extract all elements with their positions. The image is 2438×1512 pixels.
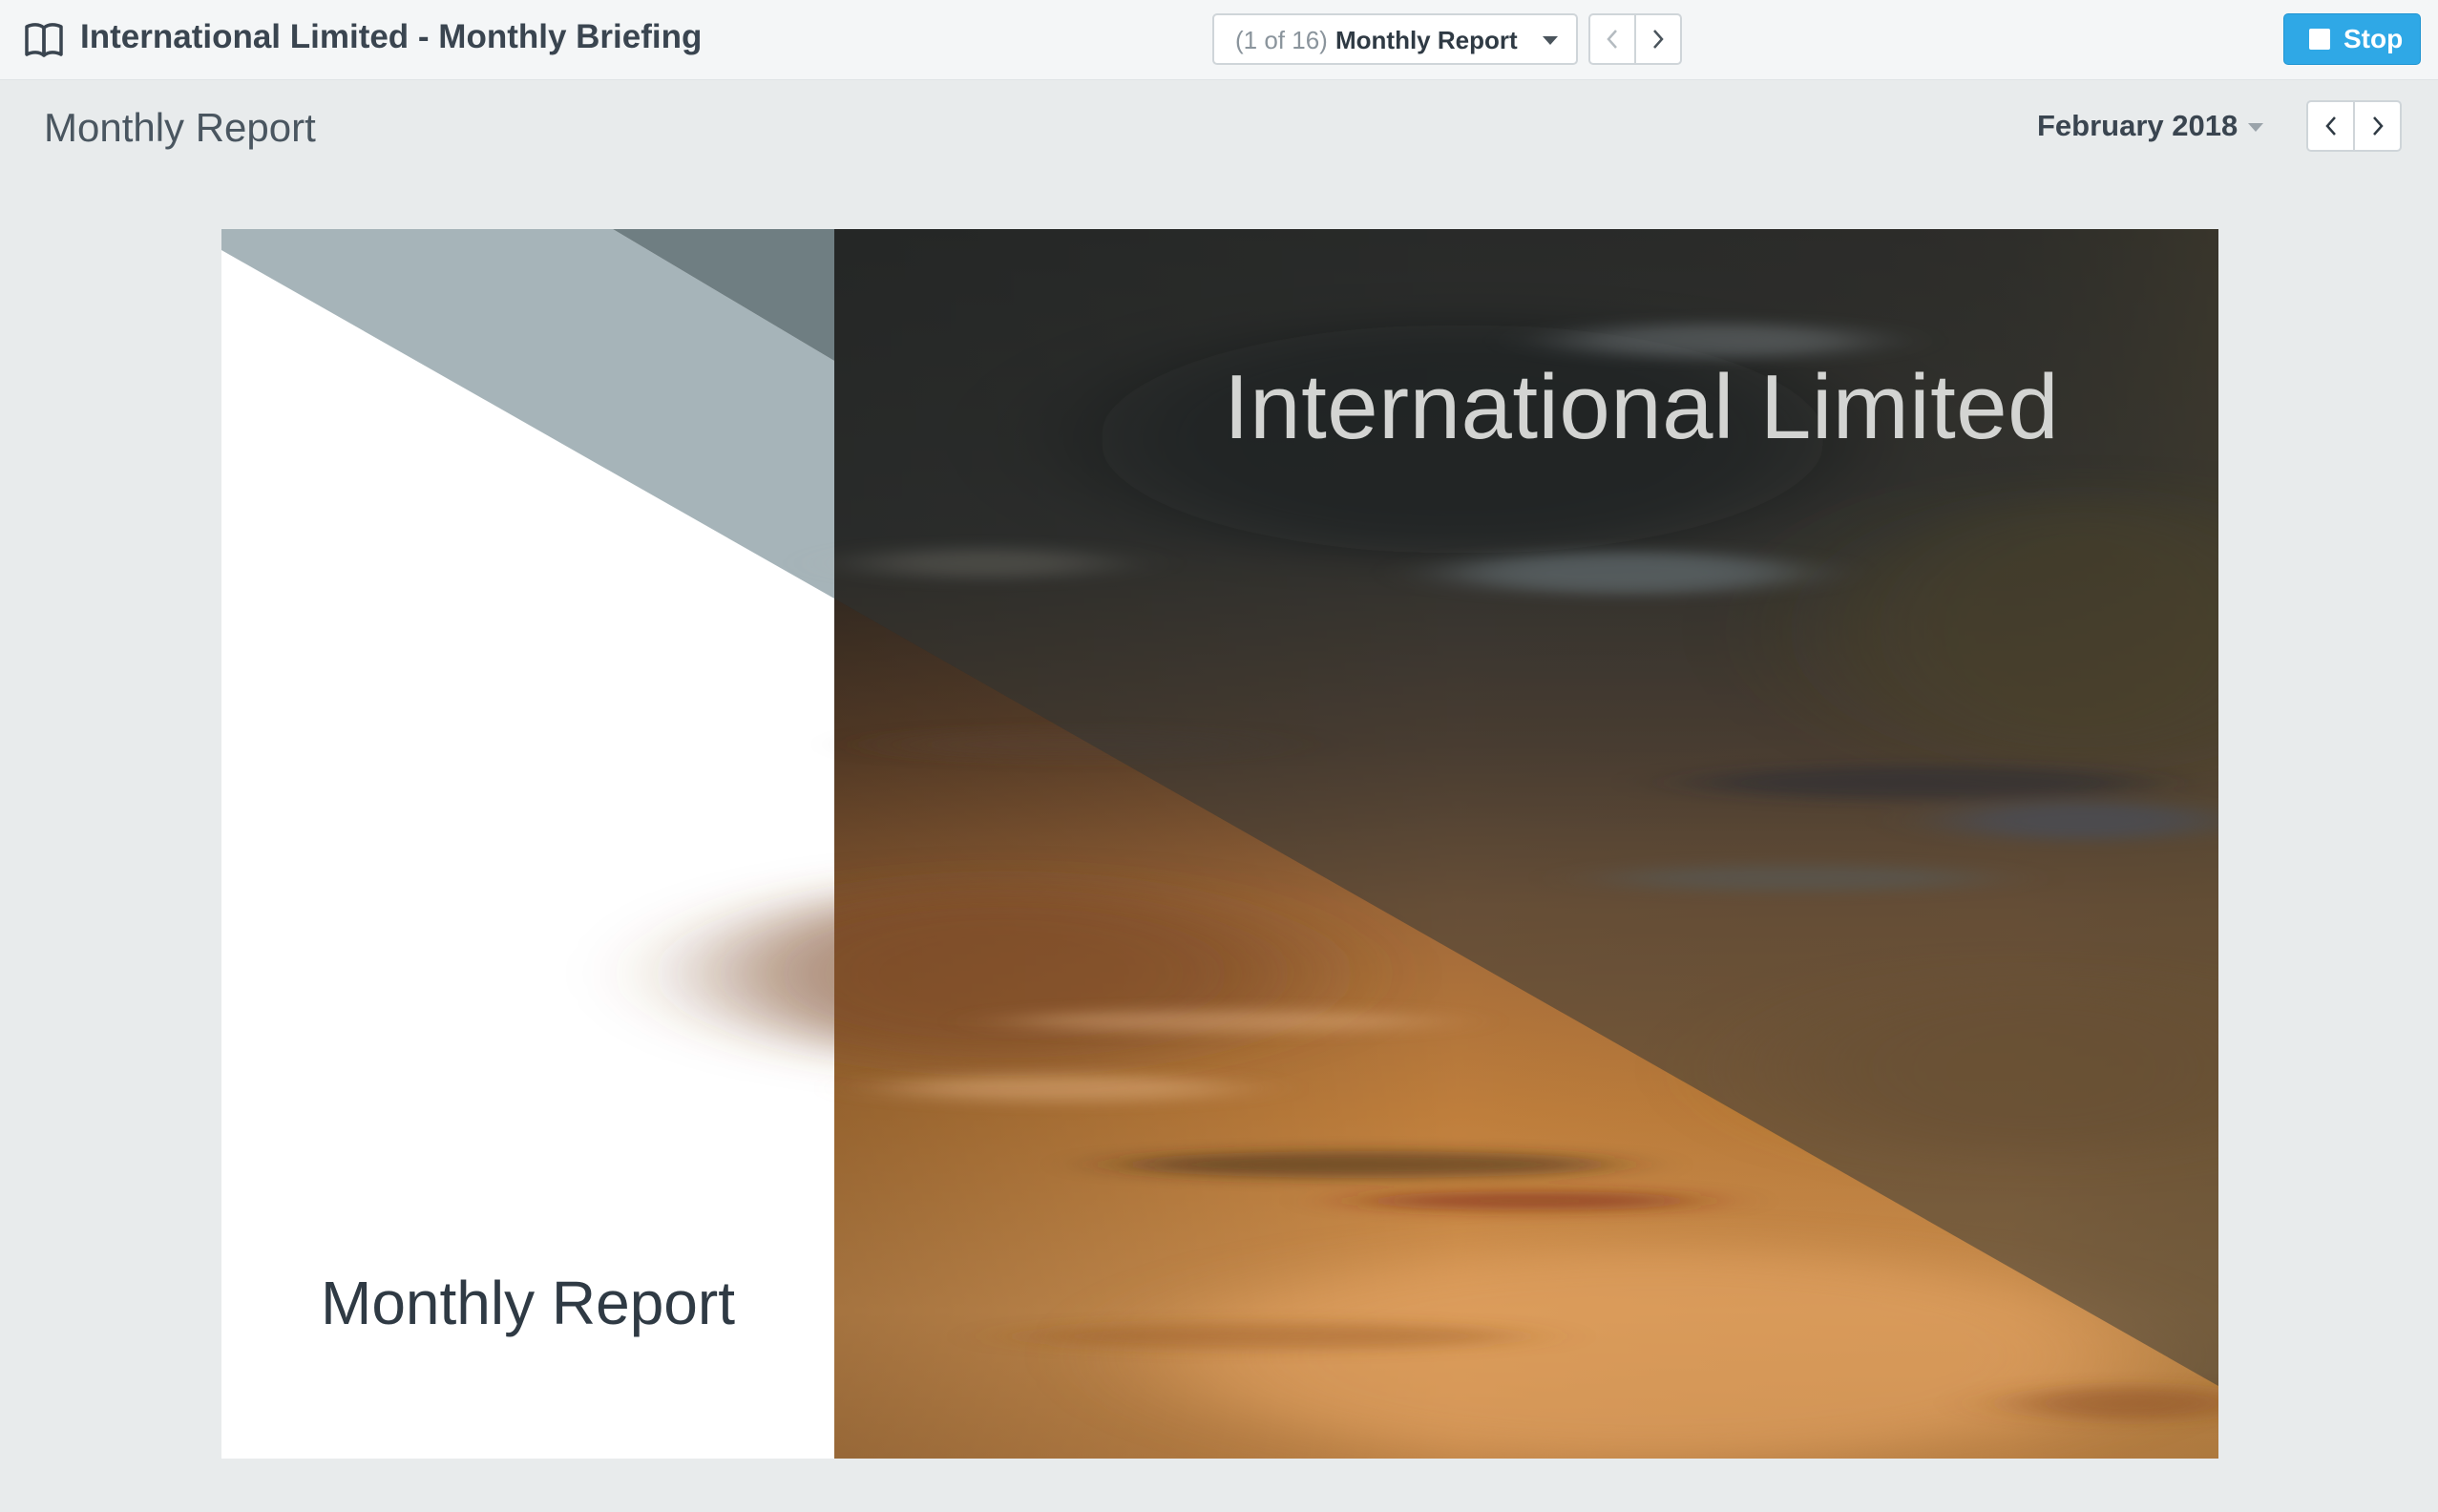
slide-company-name: International Limited — [1224, 356, 2060, 458]
period-label: February 2018 — [2037, 109, 2238, 142]
current-page-label: Monthly Report — [1335, 26, 1518, 54]
page-nav — [1588, 13, 1682, 65]
period-nav — [2306, 100, 2402, 152]
next-page-button[interactable] — [1634, 15, 1680, 63]
top-toolbar: International Limited - Monthly Briefing… — [0, 0, 2438, 80]
previous-period-button[interactable] — [2308, 102, 2353, 150]
chevron-left-icon — [1607, 30, 1617, 49]
chevron-down-icon — [1543, 36, 1558, 45]
previous-page-button[interactable] — [1590, 15, 1634, 63]
stop-icon — [2309, 29, 2330, 50]
report-slide: International Limited Monthly Report — [221, 229, 2218, 1459]
chevron-left-icon — [2324, 116, 2336, 136]
book-open-icon — [23, 21, 65, 59]
page-counter: (1 of 16) — [1235, 26, 1328, 54]
report-title: Monthly Report — [44, 105, 316, 150]
chevron-down-icon — [2248, 123, 2263, 132]
slide-subtitle: Monthly Report — [321, 1269, 735, 1337]
app-title: International Limited - Monthly Briefing — [80, 18, 703, 55]
stop-button[interactable]: Stop — [2283, 13, 2421, 65]
next-period-button[interactable] — [2353, 102, 2400, 150]
chevron-right-icon — [1653, 30, 1664, 49]
chevron-right-icon — [2372, 116, 2384, 136]
stop-label: Stop — [2343, 24, 2404, 53]
page-select-dropdown[interactable]: (1 of 16) Monthly Report — [1212, 13, 1578, 65]
period-select-dropdown[interactable]: February 2018 — [2033, 105, 2272, 153]
